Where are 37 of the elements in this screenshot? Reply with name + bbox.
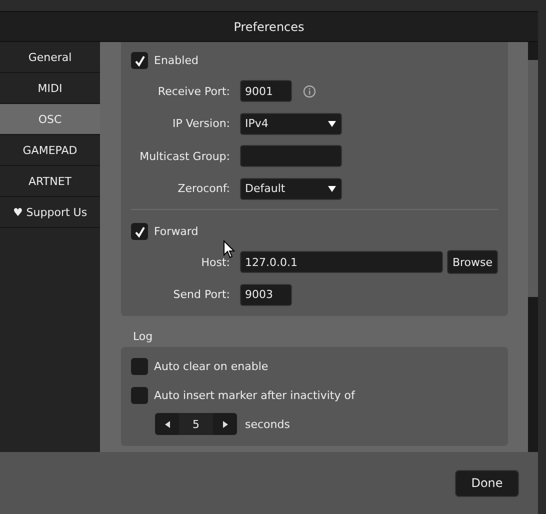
input-field[interactable]: [240, 145, 342, 168]
window-title: Preferences: [234, 20, 304, 34]
field-label: Multicast Group:: [138, 150, 231, 163]
field-label: Send Port:: [172, 288, 231, 302]
browse-button[interactable]: Browse: [447, 250, 498, 274]
input-field[interactable]: 9001: [240, 80, 292, 102]
checkbox[interactable]: [131, 358, 148, 375]
scrollbar-thumb[interactable]: [528, 60, 538, 297]
checkbox-label: Auto insert marker after inactivity of: [154, 389, 355, 402]
field-label: Zeroconf:: [176, 182, 231, 196]
checkbox-label: Enabled: [154, 54, 198, 67]
input-field[interactable]: 9003: [240, 284, 292, 306]
checkbox[interactable]: [131, 223, 148, 240]
checkbox[interactable]: [131, 387, 148, 404]
dropdown[interactable]: Default: [240, 178, 342, 200]
spinner-value[interactable]: 5: [179, 413, 213, 435]
dropdown[interactable]: IPv4: [240, 112, 342, 135]
section-title: Log: [132, 329, 154, 345]
info-icon[interactable]: [303, 84, 316, 98]
checkbox-label: Forward: [154, 225, 198, 238]
unit-label: seconds: [245, 418, 290, 430]
scrollbar[interactable]: [528, 42, 538, 452]
input-field[interactable]: 127.0.0.1: [240, 251, 443, 274]
checkbox[interactable]: [131, 52, 148, 69]
checkmark-icon: [134, 54, 146, 66]
caret-icon: [328, 186, 336, 192]
checkbox-label: Auto clear on enable: [154, 360, 268, 373]
done-button[interactable]: Done: [455, 470, 519, 496]
mouse-cursor-icon: [223, 240, 235, 259]
sidebar-tab[interactable]: OSC: [0, 104, 100, 135]
field-label: Receive Port:: [156, 84, 231, 98]
field-label: IP Version:: [171, 117, 231, 130]
checkmark-icon: [134, 226, 146, 238]
field-label: Host:: [200, 256, 231, 269]
right-arrow-icon: [222, 420, 228, 428]
caret-icon: [328, 120, 336, 127]
left-arrow-icon: [164, 420, 170, 428]
